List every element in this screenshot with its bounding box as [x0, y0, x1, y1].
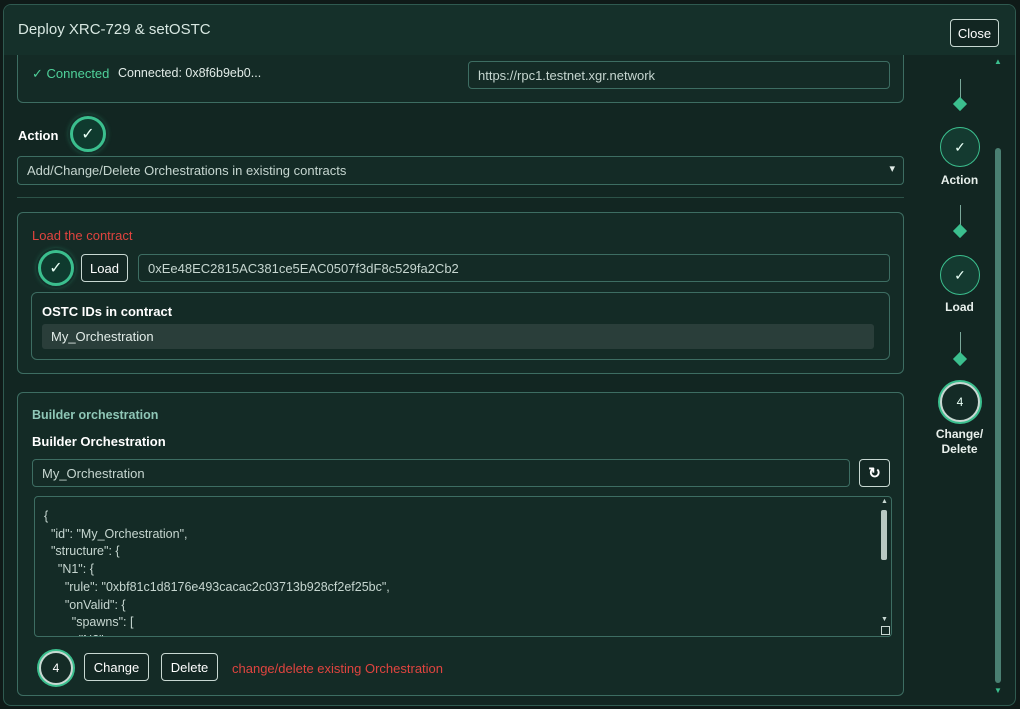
- step-load-circle[interactable]: ✓: [940, 255, 980, 295]
- modal-header: Deploy XRC-729 & setOSTC Close: [4, 5, 1015, 55]
- connected-status: ✓ Connected: [32, 66, 110, 81]
- contract-address-input[interactable]: 0xEe48EC2815AC381ce5EAC0507f3dF8c529fa2C…: [138, 254, 890, 282]
- action-label: Action: [18, 128, 59, 143]
- step-change-delete-label: Change/: [935, 427, 984, 441]
- rpc-url-input[interactable]: https://rpc1.testnet.xgr.network: [468, 61, 890, 89]
- step-change-delete-label-2: Delete: [941, 442, 978, 456]
- step-diamond-icon: [952, 223, 968, 239]
- orchestration-json-text: { "id": "My_Orchestration", "structure":…: [44, 509, 390, 636]
- step-change-delete-circle[interactable]: 4: [940, 382, 980, 422]
- step-action-label: Action: [940, 173, 979, 187]
- ostc-ids-box: OSTC IDs in contract My_Orchestration: [31, 292, 890, 360]
- load-contract-panel: Load the contract ✓ Load 0xEe48EC2815AC3…: [17, 212, 904, 374]
- modal-scrollbar[interactable]: ▲ ▼: [992, 55, 1004, 700]
- ostc-id-item[interactable]: My_Orchestration: [42, 324, 874, 349]
- builder-section-title: Builder orchestration: [32, 408, 159, 422]
- modal-scroll-thumb[interactable]: [995, 148, 1001, 683]
- wallet-address: Connected: 0x8f6b9eb0...: [118, 66, 262, 80]
- divider: [17, 197, 904, 198]
- scroll-up-icon: ▲: [994, 57, 1002, 66]
- load-check-icon: ✓: [38, 250, 74, 286]
- scroll-down-icon: ▼: [881, 616, 888, 623]
- wallet-panel: ✓ Connected Connected: 0x8f6b9eb0... htt…: [17, 55, 904, 103]
- scroll-up-icon: ▲: [881, 498, 888, 505]
- close-button[interactable]: Close: [950, 19, 999, 47]
- step-diamond-icon: [952, 351, 968, 367]
- change-button[interactable]: Change: [84, 653, 149, 681]
- refresh-button[interactable]: ↻: [859, 459, 890, 487]
- action-check-icon: ✓: [70, 116, 106, 152]
- orchestration-json-editor[interactable]: { "id": "My_Orchestration", "structure":…: [34, 496, 892, 637]
- action-select[interactable]: Add/Change/Delete Orchestrations in exis…: [17, 156, 904, 185]
- progress-stepper: ✓ Action ✓ Load 4 Change/ Delete: [922, 55, 997, 705]
- action-select-value: Add/Change/Delete Orchestrations in exis…: [27, 163, 347, 178]
- step-4-indicator: 4: [39, 651, 73, 685]
- load-section-title: Load the contract: [32, 228, 133, 243]
- refresh-icon: ↻: [868, 465, 881, 482]
- step-action-circle[interactable]: ✓: [940, 127, 980, 167]
- ostc-ids-title: OSTC IDs in contract: [42, 304, 173, 319]
- load-button[interactable]: Load: [81, 254, 128, 282]
- delete-button[interactable]: Delete: [161, 653, 218, 681]
- step-diamond-icon: [952, 96, 968, 112]
- editor-scrollbar[interactable]: ▲ ▼: [879, 498, 890, 635]
- scroll-down-icon: ▼: [994, 686, 1002, 695]
- orchestration-name-input[interactable]: My_Orchestration: [32, 459, 850, 487]
- editor-scroll-thumb[interactable]: [881, 510, 887, 560]
- chevron-down-icon: ▾: [889, 163, 895, 175]
- modal-title: Deploy XRC-729 & setOSTC: [18, 21, 211, 38]
- deploy-modal: Deploy XRC-729 & setOSTC Close ✓ Connect…: [3, 4, 1016, 706]
- status-message: change/delete existing Orchestration: [232, 661, 444, 676]
- resize-handle-icon[interactable]: [881, 626, 890, 635]
- step-load-label: Load: [945, 300, 974, 314]
- builder-label: Builder Orchestration: [32, 434, 166, 449]
- ostc-id-label: My_Orchestration: [51, 329, 154, 344]
- main-content: ✓ Connected Connected: 0x8f6b9eb0... htt…: [4, 55, 919, 705]
